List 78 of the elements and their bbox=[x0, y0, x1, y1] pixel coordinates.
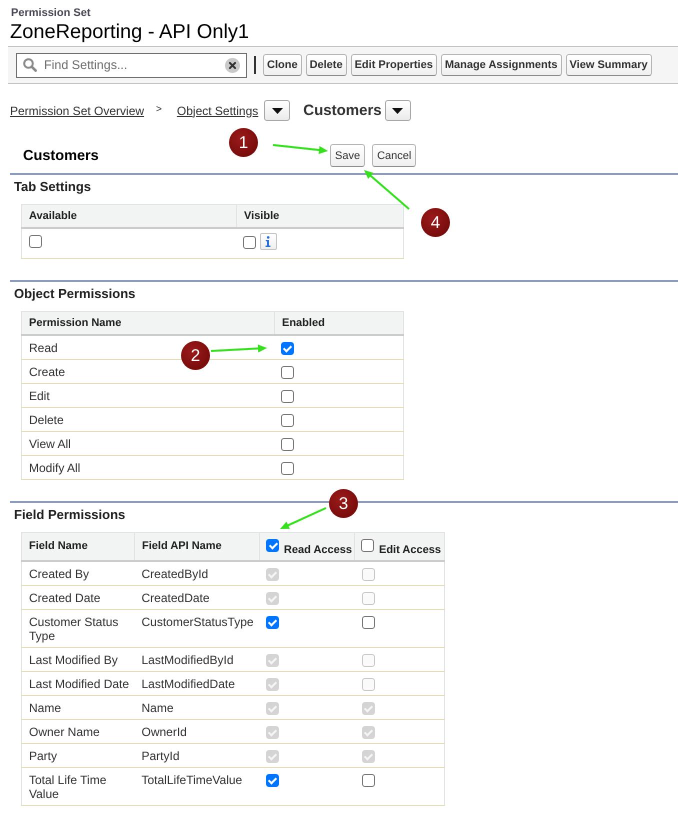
page-caption: Permission Set bbox=[11, 7, 90, 20]
pointer-arrow bbox=[280, 507, 326, 529]
dropdown-button[interactable] bbox=[264, 100, 290, 121]
pointer-arrow bbox=[364, 170, 410, 210]
step-marker: 3 bbox=[329, 489, 358, 518]
toolbar-button[interactable]: View Summary bbox=[566, 54, 652, 76]
column-header: Visible bbox=[236, 204, 404, 228]
table-cell: Created Date bbox=[22, 586, 134, 610]
table-cell: Last Modified Date bbox=[22, 672, 134, 696]
form-button[interactable]: Save bbox=[330, 144, 366, 167]
table-cell: LastModifiedDate bbox=[134, 672, 260, 696]
table-cell: OwnerId bbox=[134, 720, 260, 744]
step-marker: 1 bbox=[229, 128, 258, 157]
checkbox[interactable] bbox=[280, 438, 294, 451]
pointer-arrow bbox=[210, 344, 267, 352]
section-title: Customers bbox=[23, 148, 99, 164]
info-button[interactable] bbox=[260, 233, 276, 250]
toolbar-button[interactable]: Clone bbox=[263, 54, 302, 76]
caret-icon bbox=[272, 108, 283, 114]
column-header: Field API Name bbox=[134, 532, 260, 561]
column-header: Available bbox=[22, 204, 236, 228]
checkbox[interactable] bbox=[266, 616, 278, 629]
table-cell: Party bbox=[22, 744, 134, 768]
table-cell: Last Modified By bbox=[22, 648, 134, 672]
search-field[interactable]: Find Settings... bbox=[16, 52, 247, 78]
column-header: Edit Access bbox=[379, 543, 441, 557]
checkbox[interactable] bbox=[280, 414, 294, 427]
toolbar-button[interactable]: Manage Assignments bbox=[440, 54, 562, 76]
breadcrumb-link[interactable]: Object Settings bbox=[176, 104, 258, 118]
checkbox[interactable] bbox=[280, 366, 294, 379]
info-icon bbox=[265, 236, 271, 247]
column-header: Field Name bbox=[22, 532, 134, 561]
toolbar-button[interactable]: Delete bbox=[306, 54, 347, 76]
form-button[interactable]: Cancel bbox=[372, 144, 416, 167]
table-cell: Name bbox=[22, 696, 134, 720]
table-cell: CreatedDate bbox=[134, 586, 260, 610]
table-cell: TotalLifeTimeValue bbox=[134, 768, 260, 806]
checkbox[interactable] bbox=[280, 342, 294, 355]
checkbox[interactable] bbox=[266, 539, 279, 552]
checkbox[interactable] bbox=[362, 616, 374, 629]
checkbox[interactable] bbox=[29, 235, 42, 248]
column-header: Enabled bbox=[274, 312, 404, 335]
table-cell: Name bbox=[134, 696, 260, 720]
table-cell: CreatedById bbox=[134, 561, 260, 586]
table-cell: Total Life Time Value bbox=[22, 768, 134, 806]
pointer-arrow bbox=[272, 144, 328, 154]
table-cell: Modify All bbox=[22, 456, 274, 480]
section-title: Object Permissions bbox=[14, 286, 136, 302]
step-marker: 2 bbox=[181, 341, 210, 370]
checkbox[interactable] bbox=[280, 390, 294, 403]
table-cell: Owner Name bbox=[22, 720, 134, 744]
breadcrumb-link[interactable]: Permission Set Overview bbox=[10, 104, 144, 118]
table-cell: View All bbox=[22, 432, 274, 456]
step-marker: 4 bbox=[421, 208, 450, 237]
clear-icon[interactable] bbox=[225, 58, 240, 72]
checkbox[interactable] bbox=[361, 539, 374, 552]
checkbox[interactable] bbox=[242, 236, 256, 249]
dropdown-button[interactable] bbox=[384, 100, 411, 121]
column-header: Read Access bbox=[284, 543, 352, 557]
toolbar-button[interactable]: Edit Properties bbox=[350, 54, 437, 76]
breadcrumb-current: Customers bbox=[303, 102, 382, 119]
table-cell: LastModifiedById bbox=[134, 648, 260, 672]
breadcrumb-separator: > bbox=[156, 104, 162, 114]
checkbox[interactable] bbox=[266, 774, 278, 787]
table-cell: CustomerStatusType bbox=[134, 610, 260, 648]
page-title: ZoneReporting - API Only1 bbox=[10, 20, 250, 44]
search-icon bbox=[23, 58, 37, 72]
caret-icon bbox=[392, 108, 404, 114]
table-cell: Edit bbox=[22, 384, 274, 408]
column-header: Permission Name bbox=[22, 312, 274, 335]
checkbox[interactable] bbox=[280, 462, 294, 475]
table-cell: Created By bbox=[22, 561, 134, 586]
section-title: Field Permissions bbox=[14, 507, 126, 523]
table-cell: Customer Status Type bbox=[22, 610, 134, 648]
section-title: Tab Settings bbox=[14, 179, 92, 195]
checkbox[interactable] bbox=[362, 774, 374, 787]
table-cell: PartyId bbox=[134, 744, 260, 768]
table-cell: Delete bbox=[22, 408, 274, 432]
